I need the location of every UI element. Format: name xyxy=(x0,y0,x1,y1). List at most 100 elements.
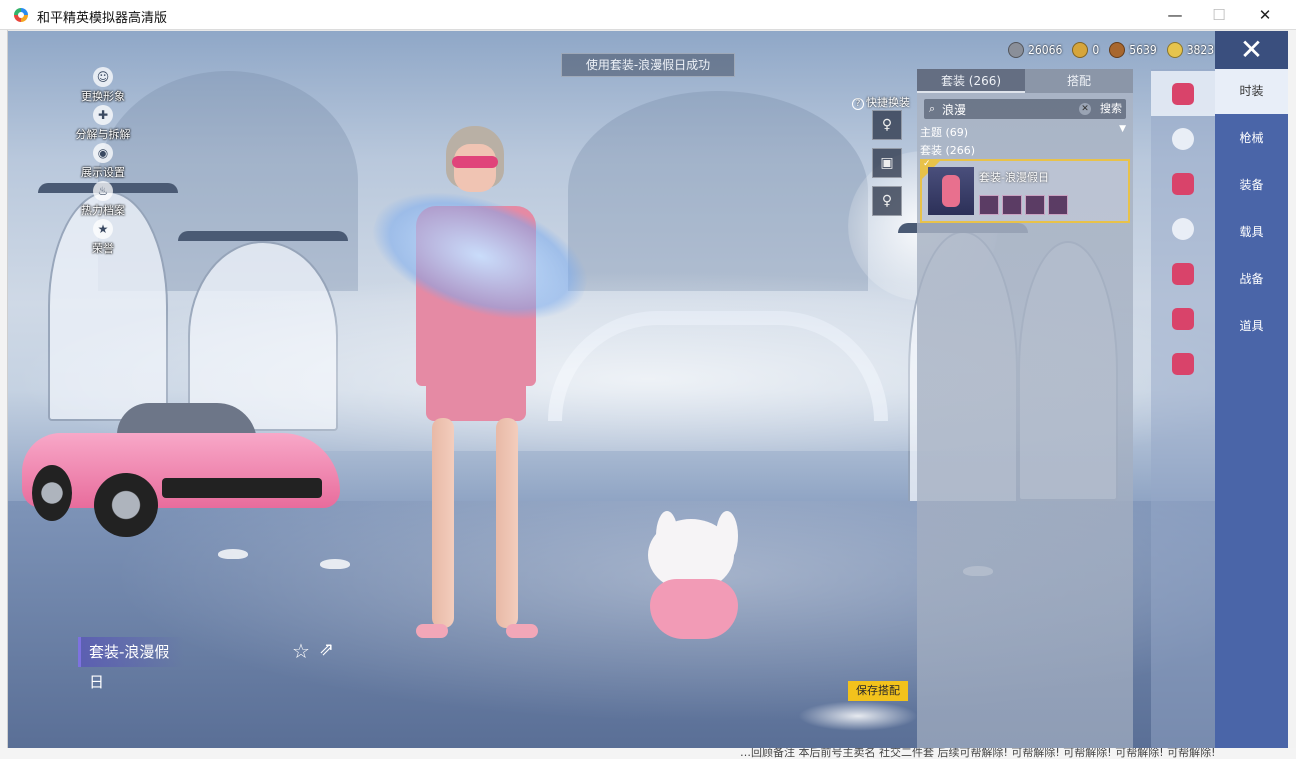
shirt-icon xyxy=(1172,262,1194,285)
currency-value: 3823 xyxy=(1186,43,1215,57)
currency-gold[interactable]: 0 xyxy=(1072,42,1099,58)
suit-piece-thumbnail[interactable] xyxy=(1025,195,1045,215)
glove-icon xyxy=(1172,172,1194,195)
person-icon: ☺ xyxy=(93,67,113,87)
bronze-coin-icon xyxy=(1109,42,1126,58)
top-category-icon[interactable] xyxy=(1151,251,1215,296)
favorite-star-icon[interactable]: ☆ xyxy=(292,639,310,663)
outfit-search-panel: 套装 (266) 搭配 ⌕ ✕ 搜索 主题 (69) ▼ 套装 (266) ✓ … xyxy=(917,69,1133,748)
suit-piece-thumbnail[interactable] xyxy=(979,195,999,215)
cap-icon xyxy=(1172,127,1194,150)
mask-icon xyxy=(1172,217,1194,240)
currency-bronze[interactable]: 5639 xyxy=(1109,42,1157,58)
app-logo-icon xyxy=(14,8,28,22)
display-settings-button[interactable]: ◉ 展示设置 xyxy=(68,143,138,181)
theme-filter[interactable]: 主题 (69) ▼ xyxy=(920,124,1126,140)
shoes-category-icon[interactable] xyxy=(1151,341,1215,386)
maximize-button[interactable]: ☐ xyxy=(1196,0,1242,30)
currency-value: 26066 xyxy=(1028,43,1063,57)
search-input[interactable] xyxy=(942,101,1072,117)
gold-coin-icon xyxy=(1072,42,1089,58)
currency-value: 0 xyxy=(1092,43,1100,57)
quick-change-slot[interactable]: ▣ xyxy=(872,148,902,178)
quick-change-slot[interactable]: ♀ xyxy=(872,186,902,216)
menu-label: 荣誉 xyxy=(92,242,114,255)
menu-label: 分解与拆解 xyxy=(75,128,131,141)
category-fashion[interactable]: 时装 xyxy=(1215,69,1288,114)
currency-bar: 26066 0 5639 3823 xyxy=(1008,39,1224,61)
pants-icon xyxy=(1172,307,1194,330)
menu-label: 更换形象 xyxy=(81,90,125,103)
dropdown-caret-icon: ▼ xyxy=(1119,124,1126,134)
quick-change-slot[interactable]: ♀ xyxy=(872,110,902,140)
gem-coin-icon xyxy=(1166,42,1183,58)
category-icon-column xyxy=(1151,69,1215,748)
tab-suits[interactable]: 套装 (266) xyxy=(917,69,1025,93)
jacket-icon xyxy=(1172,82,1194,105)
result-name: 套装-浪漫假日 xyxy=(979,171,1049,184)
gloves-category-icon[interactable] xyxy=(1151,161,1215,206)
window-close-button[interactable]: ✕ xyxy=(1242,0,1288,30)
character-pink-skirt xyxy=(426,366,526,421)
theme-label: 主题 (69) xyxy=(920,126,969,139)
currency-gem[interactable]: 3823 xyxy=(1166,42,1215,58)
hat-category-icon[interactable] xyxy=(1151,116,1215,161)
shoe-icon xyxy=(1172,352,1194,375)
character-sunglasses xyxy=(452,156,498,168)
character-leg xyxy=(432,418,454,628)
lotus-decoration xyxy=(218,549,248,559)
quick-change-title[interactable]: ? 快捷换装 xyxy=(852,94,910,110)
menu-label: 展示设置 xyxy=(81,166,125,179)
eye-icon: ◉ xyxy=(93,143,113,163)
search-box: ⌕ ✕ 搜索 xyxy=(924,99,1126,119)
panel-tabs: 套装 (266) 搭配 xyxy=(917,69,1133,93)
category-guns[interactable]: 枪械 xyxy=(1215,116,1288,161)
pink-sports-car[interactable] xyxy=(22,393,340,537)
heat-archive-button[interactable]: ♨ 热力档案 xyxy=(68,181,138,219)
pet-heart-cushion xyxy=(650,579,738,639)
success-toast: 使用套装-浪漫假日成功 xyxy=(561,53,735,77)
clear-icon[interactable]: ✕ xyxy=(1079,103,1091,115)
help-icon: ? xyxy=(852,98,864,110)
character-shoe xyxy=(416,624,448,638)
result-card-romantic-holiday[interactable]: ✓ 套装-浪漫假日 xyxy=(920,159,1130,223)
car-grille xyxy=(162,478,322,498)
fashion-category-icon[interactable] xyxy=(1151,71,1215,116)
lotus-decoration xyxy=(320,559,350,569)
lotus-pedestal xyxy=(798,701,918,731)
mask-category-icon[interactable] xyxy=(1151,206,1215,251)
category-props[interactable]: 道具 xyxy=(1215,304,1288,349)
currency-value: 5639 xyxy=(1129,43,1157,57)
save-outfit-button[interactable]: 保存搭配 xyxy=(848,681,908,701)
current-outfit-name: 套装-浪漫假日 xyxy=(78,637,184,691)
category-vehicles[interactable]: 载具 xyxy=(1215,210,1288,255)
currency-silver[interactable]: 26066 xyxy=(1008,42,1062,58)
car-wheel xyxy=(94,473,158,537)
pants-category-icon[interactable] xyxy=(1151,296,1215,341)
suit-count: 套装 (266) xyxy=(920,144,976,157)
change-appearance-button[interactable]: ☺ 更换形象 xyxy=(68,67,138,105)
silver-coin-icon xyxy=(1008,42,1024,58)
search-button[interactable]: 搜索 xyxy=(1096,99,1126,119)
share-icon[interactable]: ⇗ xyxy=(319,639,334,660)
suit-piece-thumbnail[interactable] xyxy=(1048,195,1068,215)
game-viewport[interactable]: ☺ 更换形象 ✚ 分解与拆解 ◉ 展示设置 ♨ 热力档案 ★ 荣誉 使用套装-浪… xyxy=(8,31,1288,748)
quick-change-label: 快捷换装 xyxy=(866,96,910,109)
desktop-background-left xyxy=(0,30,8,759)
background-window-text: …回顾备注 本后前号主卖名 社交二件套 后续可帮解除! 可帮解除! 可帮解除! … xyxy=(0,748,1296,759)
window-title: 和平精英模拟器高清版 xyxy=(37,11,168,26)
category-sidebar: 时装 枪械 装备 载具 战备 道具 xyxy=(1215,69,1288,748)
category-battle-prep[interactable]: 战备 xyxy=(1215,257,1288,302)
decompose-button[interactable]: ✚ 分解与拆解 xyxy=(68,105,138,143)
character-face xyxy=(454,144,496,192)
menu-label: 热力档案 xyxy=(81,204,125,217)
suit-piece-thumbnail[interactable] xyxy=(1002,195,1022,215)
window-titlebar: 和平精英模拟器高清版 — ☐ ✕ xyxy=(0,0,1296,30)
medal-icon: ★ xyxy=(93,219,113,239)
tab-combos[interactable]: 搭配 xyxy=(1025,69,1133,93)
desktop-background-right xyxy=(1288,30,1296,759)
category-equipment[interactable]: 装备 xyxy=(1215,163,1288,208)
honor-button[interactable]: ★ 荣誉 xyxy=(68,219,138,257)
close-wardrobe-icon[interactable]: ✕ xyxy=(1215,31,1288,69)
minimize-button[interactable]: — xyxy=(1152,0,1198,30)
